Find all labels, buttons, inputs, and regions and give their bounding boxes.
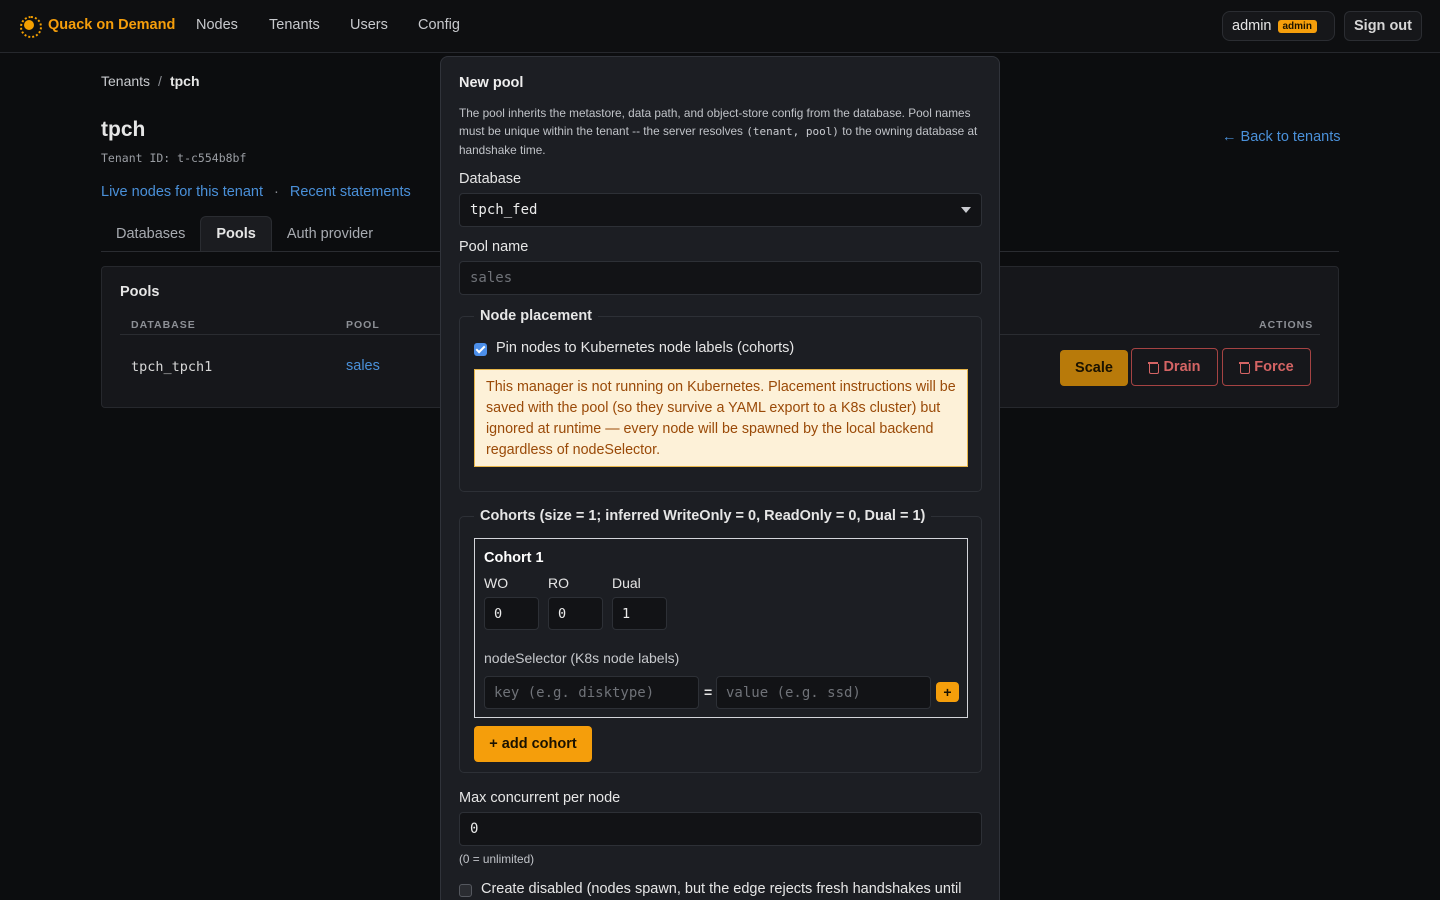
nav-link-nodes[interactable]: Nodes [196, 17, 238, 33]
trash-icon [1239, 361, 1251, 374]
breadcrumb-separator: / [158, 73, 162, 89]
node-placement-fieldset: Node placement Pin nodes to Kubernetes n… [459, 308, 982, 492]
cohorts-fieldset: Cohorts (size = 1; inferred WriteOnly = … [459, 508, 982, 773]
pin-nodes-checkbox[interactable] [474, 343, 487, 356]
nav-link-tenants[interactable]: Tenants [269, 17, 320, 33]
user-name: admin [1232, 18, 1272, 34]
create-disabled-checkbox[interactable] [459, 884, 472, 897]
drain-button[interactable]: Drain [1131, 348, 1218, 386]
tenant-id: Tenant ID: t-c554b8bf [101, 151, 247, 165]
nav-link-config[interactable]: Config [418, 17, 460, 33]
force-label: Force [1254, 359, 1294, 375]
database-label: Database [459, 171, 522, 187]
new-pool-modal: New pool The pool inherits the metastore… [440, 56, 1000, 900]
role-badge: admin [1277, 19, 1317, 33]
node-selector-label: nodeSelector (K8s node labels) [484, 650, 680, 666]
node-selector-key-input[interactable]: key (e.g. disktype) [484, 676, 699, 709]
pool-name-input[interactable]: sales [459, 261, 982, 295]
pool-name-label: Pool name [459, 239, 529, 255]
node-placement-legend: Node placement [474, 308, 598, 324]
pool-name-placeholder: sales [470, 270, 513, 286]
cohort-title: Cohort 1 [484, 550, 544, 566]
tenant-links: Live nodes for this tenant · Recent stat… [101, 184, 411, 200]
add-label-button[interactable]: + [936, 682, 959, 702]
wo-label: WO [484, 575, 509, 591]
breadcrumb: Tenants / tpch [101, 73, 200, 89]
brand[interactable]: Quack on Demand [19, 15, 175, 38]
create-disabled-label[interactable]: Create disabled (nodes spawn, but the ed… [481, 881, 961, 897]
tab-auth-provider[interactable]: Auth provider [272, 216, 388, 251]
drain-label: Drain [1163, 359, 1201, 375]
recent-statements-link[interactable]: Recent statements [290, 184, 411, 200]
live-nodes-link[interactable]: Live nodes for this tenant [101, 184, 263, 200]
page-title: tpch [101, 118, 146, 141]
force-button[interactable]: Force [1222, 348, 1311, 386]
modal-title: New pool [459, 75, 524, 91]
user-chip[interactable]: admin admin [1222, 11, 1335, 41]
ro-label: RO [548, 575, 569, 591]
node-selector-value-input[interactable]: value (e.g. ssd) [716, 676, 931, 709]
description-code: (tenant, pool) [746, 125, 839, 138]
kubernetes-warning: This manager is not running on Kubernete… [474, 369, 968, 467]
ro-input[interactable]: 0 [548, 597, 603, 630]
column-header-actions: ACTIONS [1259, 319, 1314, 331]
cohort-card: Cohort 1 WO RO Dual 0 0 1 nodeSelector (… [474, 538, 968, 718]
pools-card-title: Pools [120, 284, 160, 300]
cohorts-legend: Cohorts (size = 1; inferred WriteOnly = … [474, 508, 932, 524]
cell-pool-link[interactable]: sales [346, 358, 380, 374]
cell-database: tpch_tpch1 [131, 359, 213, 375]
add-cohort-button[interactable]: + add cohort [474, 726, 592, 762]
database-select[interactable]: tpch_fed [459, 193, 982, 227]
breadcrumb-current: tpch [169, 73, 200, 89]
max-concurrent-label: Max concurrent per node [459, 790, 621, 806]
column-header-pool: POOL [346, 319, 380, 331]
database-select-value: tpch_fed [470, 202, 538, 218]
sun-logo-icon [19, 15, 42, 38]
tab-pools[interactable]: Pools [200, 216, 272, 251]
dual-label: Dual [612, 575, 641, 591]
scale-button[interactable]: Scale [1060, 350, 1128, 386]
chevron-down-icon [961, 207, 971, 213]
back-to-tenants-link[interactable]: ← Back to tenants [1222, 129, 1340, 145]
link-separator: · [274, 184, 279, 200]
nav-link-users[interactable]: Users [350, 17, 388, 33]
dual-input[interactable]: 1 [612, 597, 667, 630]
top-nav: Quack on Demand Nodes Tenants Users Conf… [0, 0, 1440, 53]
column-header-database: DATABASE [131, 319, 196, 331]
pin-nodes-label[interactable]: Pin nodes to Kubernetes node labels (coh… [496, 340, 794, 356]
tab-databases[interactable]: Databases [101, 216, 200, 251]
equals-sign: = [704, 684, 713, 700]
max-concurrent-hint: (0 = unlimited) [459, 852, 535, 866]
wo-input[interactable]: 0 [484, 597, 539, 630]
breadcrumb-tenants[interactable]: Tenants [101, 73, 150, 89]
sign-out-button[interactable]: Sign out [1344, 11, 1422, 41]
trash-icon [1148, 361, 1160, 374]
modal-description: The pool inherits the metastore, data pa… [459, 104, 979, 159]
max-concurrent-input[interactable]: 0 [459, 812, 982, 846]
brand-name[interactable]: Quack on Demand [48, 17, 175, 33]
